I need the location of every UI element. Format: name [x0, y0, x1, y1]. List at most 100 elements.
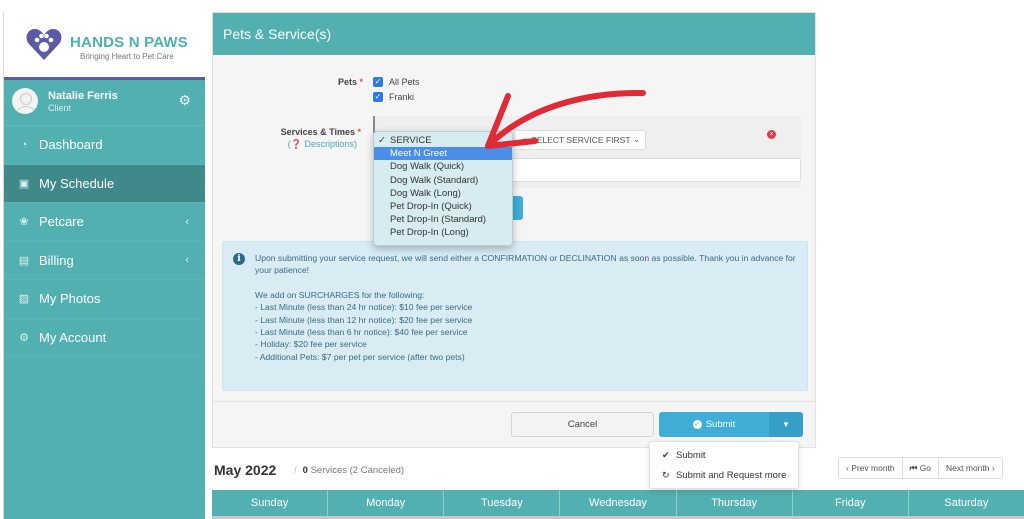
service-option[interactable]: Pet Drop-In (Quick)	[374, 200, 512, 213]
service-option[interactable]: Pet Drop-In (Standard)	[374, 213, 512, 226]
sidebar-item-my-photos[interactable]: ▨ My Photos	[4, 280, 205, 319]
dashboard-icon: ◔	[20, 138, 28, 151]
menu-item-submit-and-request-more[interactable]: ↻ Submit and Request more	[650, 465, 798, 485]
service-option-highlighted[interactable]: Meet N Greet	[374, 147, 512, 161]
pets-label-text: Pets	[337, 77, 357, 87]
checkbox-checked-icon[interactable]: ✓	[373, 92, 383, 102]
weekday-wednesday: Wednesday	[560, 490, 677, 516]
menu-item-label: Submit	[676, 450, 706, 461]
chevron-left-icon: ‹	[185, 215, 189, 228]
submit-dropdown-menu: ✔ Submit ↻ Submit and Request more	[649, 441, 799, 489]
info-alert: i Upon submitting your service request, …	[222, 241, 808, 391]
service-option[interactable]: Dog Walk (Long)	[374, 187, 512, 200]
paw-icon: ❀	[19, 216, 29, 229]
services-label-text: Services & Times	[280, 127, 355, 137]
surcharge-item: - Last Minute (less than 24 hr notice): …	[255, 302, 473, 313]
sidebar-item-label: My Photos	[39, 291, 101, 307]
services-count: 0	[302, 465, 308, 476]
submit-label: Submit	[705, 419, 736, 430]
descriptions-link[interactable]: (❓ Descriptions)	[253, 139, 357, 150]
month-navigation: ‹ Prev month ⏮ Go Next month ›	[838, 457, 1003, 479]
go-label: Go	[919, 463, 932, 473]
go-button[interactable]: ⏮ Go	[903, 458, 940, 478]
sidebar-item-label: Billing	[39, 252, 74, 268]
sidebar-item-my-schedule[interactable]: ▣ My Schedule	[4, 164, 205, 203]
service-option[interactable]: Dog Walk (Standard)	[374, 174, 512, 187]
service-option[interactable]: SERVICE	[374, 134, 512, 147]
weekday-sunday: Sunday	[212, 490, 329, 516]
document-icon: ▤	[18, 254, 30, 267]
service-select-dropdown[interactable]: SERVICE Meet N Greet Dog Walk (Quick) Do…	[373, 131, 513, 246]
required-marker: *	[359, 77, 363, 87]
avatar	[12, 88, 38, 114]
pets-services-panel: Pets & Service(s) Pets * ✓ All Pets ✓ Fr…	[212, 12, 816, 448]
cogs-icon: ⚙	[19, 331, 29, 344]
services-text: Services (2 Canceled)	[310, 465, 405, 476]
heart-paw-logo-icon	[26, 29, 62, 60]
pets-label: Pets *	[273, 77, 363, 87]
pet-label: All Pets	[389, 77, 420, 87]
check-circle-icon: ✓	[692, 419, 702, 429]
separator: /	[294, 465, 297, 476]
next-month-button[interactable]: Next month ›	[939, 458, 1002, 478]
surcharge-item: - Additional Pets: $7 per pet per servic…	[255, 351, 465, 362]
go-icon: ⏮	[909, 463, 918, 473]
sidebar: HANDS N PAWS Bringing Heart to Pet Care …	[3, 12, 205, 519]
logo[interactable]: HANDS N PAWS Bringing Heart to Pet Care	[4, 12, 205, 80]
service-option[interactable]: Dog Walk (Quick)	[374, 160, 512, 173]
brand-name: HANDS N PAWS	[70, 34, 188, 51]
calendar-summary: / 0 Services (2 Canceled)	[294, 465, 404, 476]
panel-title: Pets & Service(s)	[213, 13, 815, 55]
calendar-weekday-header: Sunday Monday Tuesday Wednesday Thursday…	[212, 490, 1024, 516]
surcharge-item: - Holiday: $20 fee per service	[255, 339, 367, 350]
weekday-thursday: Thursday	[677, 490, 793, 516]
descriptions-link-text: Descriptions	[304, 139, 354, 149]
menu-item-submit[interactable]: ✔ Submit	[650, 445, 798, 465]
user-name: Natalie Ferris	[48, 90, 118, 102]
info-icon: i	[233, 253, 245, 265]
chevron-down-icon: ⌄	[633, 135, 640, 144]
weekday-monday: Monday	[328, 490, 445, 516]
time-select[interactable]: <- SELECT SERVICE FIRST ⌄	[514, 130, 646, 150]
caret-down-icon: ▼	[782, 420, 790, 429]
calendar-month-title: May 2022	[214, 462, 277, 478]
weekday-friday: Friday	[793, 490, 909, 516]
sidebar-item-petcare[interactable]: ❀ Petcare ‹	[4, 203, 205, 242]
remove-service-icon[interactable]: ×	[767, 130, 776, 139]
prev-month-button[interactable]: ‹ Prev month	[839, 458, 903, 478]
sidebar-item-label: Petcare	[39, 214, 84, 230]
image-icon: ▨	[18, 293, 30, 306]
weekday-tuesday: Tuesday	[444, 490, 561, 516]
surcharge-item: - Last Minute (less than 6 hr notice): $…	[255, 327, 468, 338]
service-option[interactable]: Pet Drop-In (Long)	[374, 226, 512, 239]
brand-tagline: Bringing Heart to Pet Care	[80, 52, 174, 61]
gear-icon[interactable]: ⚙	[178, 92, 191, 109]
submit-button[interactable]: ✓ Submit	[659, 412, 769, 437]
required-marker: *	[357, 127, 361, 137]
calendar-icon: ▣	[18, 177, 30, 190]
pet-checkbox-franki[interactable]: ✓ Franki	[373, 92, 414, 102]
submit-dropdown-toggle[interactable]: ▼	[769, 412, 803, 437]
cancel-button[interactable]: Cancel	[511, 412, 654, 437]
surcharge-item: - Last Minute (less than 12 hr notice): …	[255, 314, 473, 325]
check-circle-icon: ✔	[662, 450, 670, 460]
sidebar-item-my-account[interactable]: ⚙ My Account	[4, 319, 205, 357]
surcharge-heading: We add on SURCHARGES for the following:	[255, 289, 425, 300]
sidebar-item-label: My Schedule	[39, 175, 115, 191]
weekday-saturday: Saturday	[944, 497, 989, 509]
checkbox-checked-icon[interactable]: ✓	[373, 77, 383, 87]
sidebar-item-dashboard[interactable]: ◔ Dashboard	[4, 126, 205, 165]
info-intro: Upon submitting your service request, we…	[255, 253, 796, 276]
services-times-label: Services & Times *	[243, 127, 361, 137]
service-notes-input[interactable]	[505, 158, 801, 182]
menu-item-label: Submit and Request more	[676, 470, 787, 481]
user-role: Client	[48, 103, 72, 113]
pet-checkbox-all-pets[interactable]: ✓ All Pets	[373, 77, 420, 87]
refresh-icon: ↻	[662, 470, 670, 480]
pet-label: Franki	[389, 92, 415, 102]
chevron-left-icon: ‹	[185, 254, 189, 267]
sidebar-item-billing[interactable]: ▤ Billing ‹	[4, 242, 205, 280]
time-select-value: <- SELECT SERVICE FIRST	[521, 135, 631, 145]
sidebar-item-label: My Account	[39, 329, 107, 345]
sidebar-item-label: Dashboard	[39, 137, 103, 153]
